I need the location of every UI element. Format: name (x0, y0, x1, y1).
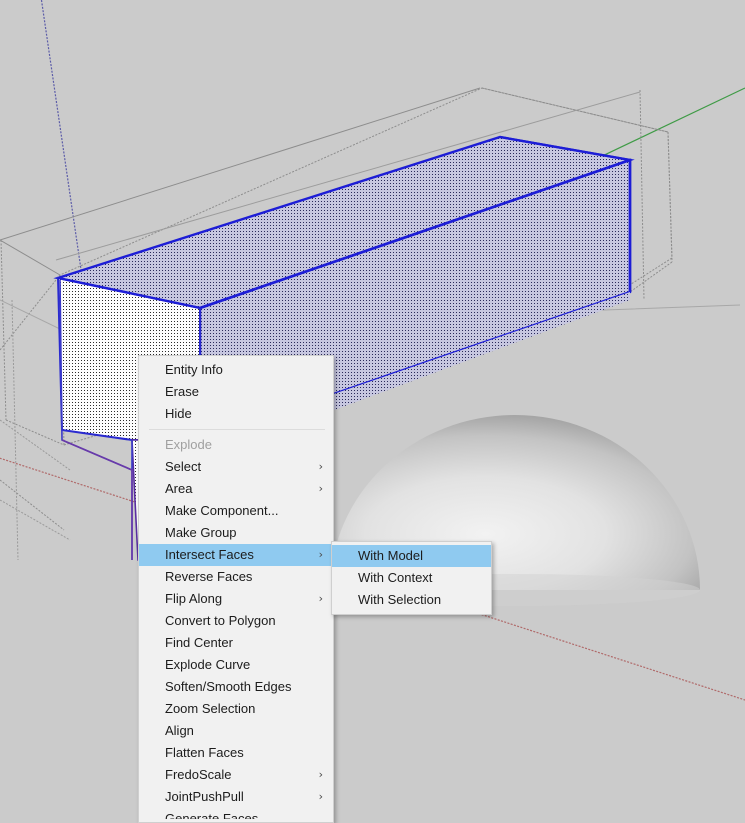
menu-item-zoom-selection[interactable]: Zoom Selection (139, 698, 333, 720)
submenu-arrow-icon: › (318, 460, 323, 473)
menu-item-soften-smooth-edges[interactable]: Soften/Smooth Edges (139, 676, 333, 698)
menu-item-reverse-faces[interactable]: Reverse Faces (139, 566, 333, 588)
menu-item-label: Find Center (165, 635, 233, 650)
menu-item-flatten-faces[interactable]: Flatten Faces (139, 742, 333, 764)
menu-item-label: With Model (358, 548, 424, 563)
menu-item-make-component[interactable]: Make Component... (139, 500, 333, 522)
menu-item-erase[interactable]: Erase (139, 381, 333, 403)
menu-item-label: Intersect Faces (165, 547, 254, 562)
menu-item-label: Flatten Faces (165, 745, 244, 760)
menu-item-label: Make Component... (165, 503, 279, 518)
menu-item-area[interactable]: Area › (139, 478, 333, 500)
menu-item-align[interactable]: Align (139, 720, 333, 742)
submenu-arrow-icon: › (318, 790, 323, 803)
menu-item-intersect-faces[interactable]: Intersect Faces › (139, 544, 333, 566)
menu-item-label: Make Group (165, 525, 237, 540)
menu-item-label: With Context (358, 570, 433, 585)
submenu-arrow-icon: › (318, 592, 323, 605)
menu-item-label: Explode Curve (165, 657, 251, 672)
model-viewport[interactable] (0, 0, 745, 814)
menu-item-convert-to-polygon[interactable]: Convert to Polygon (139, 610, 333, 632)
menu-item-find-center[interactable]: Find Center (139, 632, 333, 654)
menu-item-with-selection[interactable]: With Selection (332, 589, 491, 611)
menu-item-label: Align (165, 723, 194, 738)
menu-item-entity-info[interactable]: Entity Info (139, 359, 333, 381)
menu-item-label: Generate Faces (165, 811, 259, 819)
menu-item-label: With Selection (358, 592, 442, 607)
menu-item-label: JointPushPull (165, 789, 244, 804)
menu-item-label: Explode (165, 437, 212, 452)
submenu-arrow-icon: › (318, 482, 323, 495)
submenu-arrow-icon: › (318, 548, 323, 561)
menu-item-with-context[interactable]: With Context (332, 567, 491, 589)
menu-item-label: Hide (165, 406, 192, 421)
menu-item-flip-along[interactable]: Flip Along › (139, 588, 333, 610)
menu-item-label: FredoScale (165, 767, 232, 782)
entity-context-menu[interactable]: Entity Info Erase Hide Explode Select › Area › M… (138, 355, 334, 823)
menu-item-make-group[interactable]: Make Group (139, 522, 333, 544)
menu-item-label: Area (165, 481, 193, 496)
menu-item-explode: Explode (139, 434, 333, 456)
menu-item-jointpushpull[interactable]: JointPushPull › (139, 786, 333, 808)
menu-item-label: Zoom Selection (165, 701, 256, 716)
submenu-arrow-icon: › (318, 768, 323, 781)
menu-item-fredoscale[interactable]: FredoScale › (139, 764, 333, 786)
menu-item-with-model[interactable]: With Model (332, 545, 491, 567)
menu-item-label: Entity Info (165, 362, 223, 377)
menu-item-label: Reverse Faces (165, 569, 253, 584)
menu-item-explode-curve[interactable]: Explode Curve (139, 654, 333, 676)
menu-item-label: Erase (165, 384, 199, 399)
menu-item-hide[interactable]: Hide (139, 403, 333, 425)
menu-item-label: Soften/Smooth Edges (165, 679, 292, 694)
intersect-faces-submenu[interactable]: With Model With Context With Selection (331, 541, 492, 615)
menu-item-label: Convert to Polygon (165, 613, 276, 628)
menu-separator (149, 429, 325, 430)
menu-item-label: Select (165, 459, 202, 474)
menu-item-select[interactable]: Select › (139, 456, 333, 478)
menu-item-label: Flip Along (165, 591, 223, 606)
